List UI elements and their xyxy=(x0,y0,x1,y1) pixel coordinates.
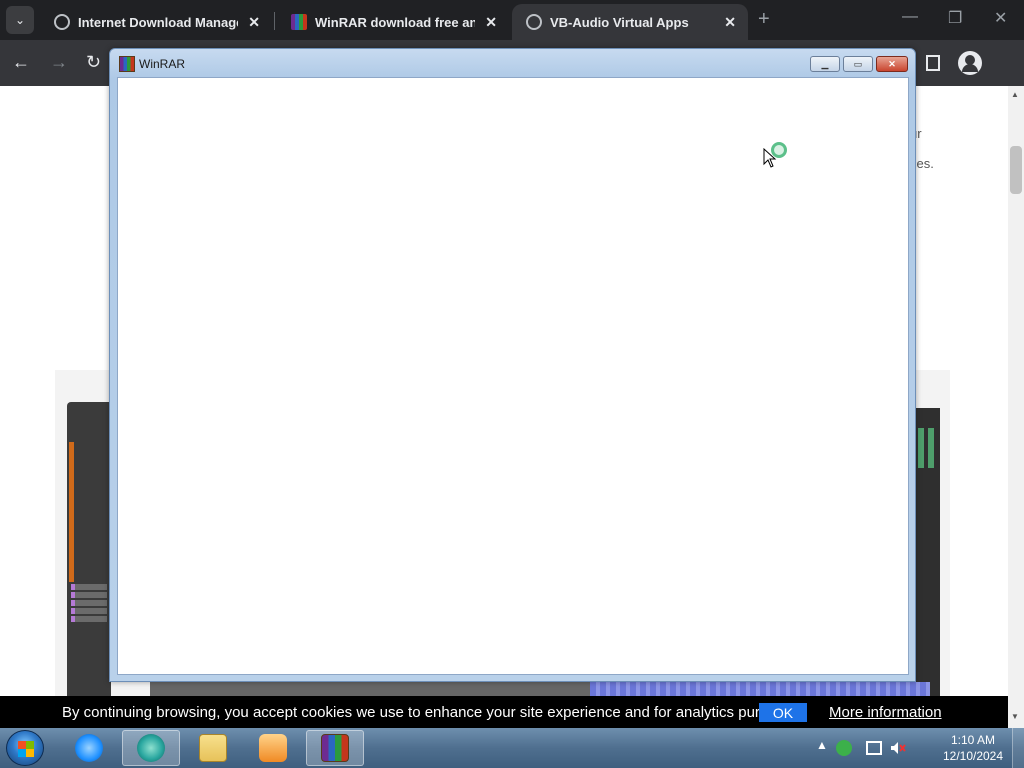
minimize-button[interactable]: — xyxy=(902,8,918,26)
tab-divider xyxy=(274,12,275,30)
winrar-minimize-button[interactable]: ▁ xyxy=(810,56,840,72)
new-tab-button[interactable]: + xyxy=(758,8,770,31)
side-panel-icon[interactable] xyxy=(926,55,940,71)
volume-muted-icon[interactable] xyxy=(890,741,906,755)
tab-vb-audio[interactable]: VB-Audio Virtual Apps ✕ xyxy=(512,4,748,40)
cookie-message: By continuing browsing, you accept cooki… xyxy=(62,704,805,721)
network-icon[interactable] xyxy=(866,741,882,755)
window-title: WinRAR xyxy=(139,57,186,71)
forward-button[interactable]: → xyxy=(50,52,68,73)
show-hidden-icons-button[interactable]: ▲ xyxy=(816,738,828,752)
tab-title: Internet Download Manager is xyxy=(78,14,238,30)
clock-date: 12/10/2024 xyxy=(942,749,1004,763)
browser-app-icon xyxy=(137,734,165,762)
taskbar-winrar[interactable] xyxy=(306,730,364,766)
back-button[interactable]: ← xyxy=(12,52,30,73)
show-desktop-button[interactable] xyxy=(1012,728,1024,768)
product-screenshot-bottom xyxy=(150,682,930,696)
taskbar-internet-explorer[interactable] xyxy=(60,730,118,766)
winrar-icon xyxy=(291,14,307,30)
windows-taskbar: ▲ 1:10 AM 12/10/2024 xyxy=(0,728,1024,768)
internet-explorer-icon xyxy=(75,734,103,762)
tab-winrar[interactable]: WinRAR download free and su ✕ xyxy=(277,4,509,40)
tab-title: VB-Audio Virtual Apps xyxy=(550,14,689,30)
winrar-titlebar[interactable]: WinRAR ▁ ▭ ✕ xyxy=(110,49,915,77)
cookie-banner: By continuing browsing, you accept cooki… xyxy=(0,696,1008,728)
close-icon[interactable]: ✕ xyxy=(248,14,260,31)
winrar-window: WinRAR ▁ ▭ ✕ xyxy=(109,48,916,682)
product-screenshot-left xyxy=(67,402,111,696)
tab-idm[interactable]: Internet Download Manager is ✕ xyxy=(40,4,272,40)
chevron-down-icon: ⌄ xyxy=(14,13,26,27)
busy-spinner-icon xyxy=(771,142,787,158)
close-icon[interactable]: ✕ xyxy=(724,14,736,31)
winrar-icon xyxy=(321,734,349,762)
media-player-icon xyxy=(259,734,287,762)
taskbar-file-explorer[interactable] xyxy=(184,730,242,766)
more-information-link[interactable]: More information xyxy=(829,704,942,721)
start-button[interactable] xyxy=(6,730,44,766)
taskbar-media-player[interactable] xyxy=(244,730,302,766)
winrar-icon xyxy=(119,56,135,72)
tab-search-button[interactable]: ⌄ xyxy=(6,6,34,34)
clock-time: 1:10 AM xyxy=(950,733,996,747)
winrar-client-area xyxy=(117,77,909,675)
page-scrollbar[interactable]: ▲ ▼ xyxy=(1008,86,1024,728)
profile-avatar-icon[interactable] xyxy=(958,51,982,75)
globe-icon xyxy=(54,14,70,30)
folder-icon xyxy=(199,734,227,762)
windows-logo-icon xyxy=(18,741,34,757)
scroll-thumb[interactable] xyxy=(1010,146,1022,194)
close-icon[interactable]: ✕ xyxy=(485,14,497,31)
close-window-button[interactable]: ✕ xyxy=(994,8,1007,28)
product-screenshot-right xyxy=(914,408,940,696)
restore-button[interactable]: ❐ xyxy=(948,8,962,28)
tab-title: WinRAR download free and su xyxy=(315,14,476,30)
winrar-close-button[interactable]: ✕ xyxy=(876,56,908,72)
scroll-up-icon[interactable]: ▲ xyxy=(1011,90,1019,99)
reload-button[interactable]: ↻ xyxy=(86,52,101,73)
cookie-ok-button[interactable]: OK xyxy=(759,703,807,722)
network-app-tray-icon[interactable] xyxy=(836,740,852,756)
globe-icon xyxy=(526,14,542,30)
system-clock[interactable]: 1:10 AM 12/10/2024 xyxy=(938,732,1008,764)
winrar-maximize-button[interactable]: ▭ xyxy=(843,56,873,72)
browser-tab-strip: ⌄ Internet Download Manager is ✕ WinRAR … xyxy=(0,0,1024,40)
scroll-down-icon[interactable]: ▼ xyxy=(1011,712,1019,721)
taskbar-browser[interactable] xyxy=(122,730,180,766)
